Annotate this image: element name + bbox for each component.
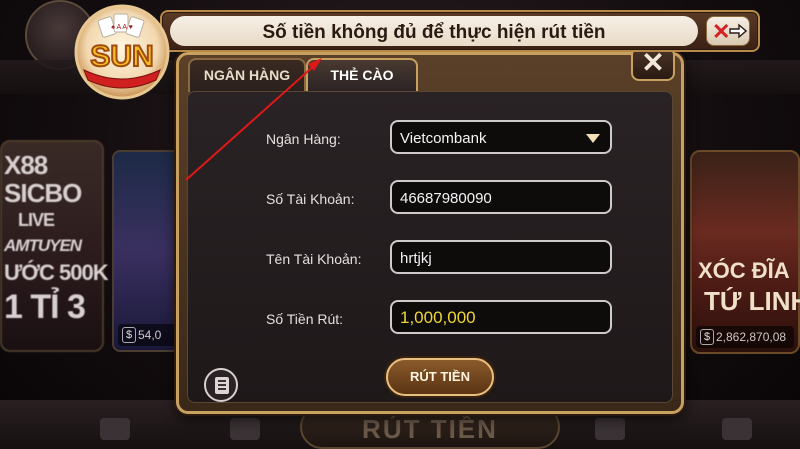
game-card-balance: $ 2,862,870,08	[696, 326, 794, 348]
notification-message: Số tiền không đủ để thực hiện rút tiền	[262, 22, 606, 43]
document-history-icon	[215, 377, 229, 394]
close-x-icon: ✕	[712, 19, 731, 44]
game-card-balance: $ 54,0	[118, 324, 176, 346]
history-button[interactable]	[204, 368, 238, 402]
phone-icon[interactable]	[595, 418, 625, 440]
dialog-close-button[interactable]: ✕	[631, 47, 675, 81]
account-number-value: 46687980090	[400, 190, 492, 207]
logo-text: SUN	[90, 40, 153, 73]
amount-value: 1,000,000	[400, 308, 476, 327]
gift-icon[interactable]	[230, 418, 260, 440]
bank-select[interactable]: Vietcombank	[390, 120, 612, 154]
tab-bank[interactable]: NGÂN HÀNG	[188, 58, 306, 92]
game-card-line: LIVE	[18, 210, 55, 230]
game-card-line: TỨ LINH	[704, 286, 800, 316]
logo-cards: ♠ A A ♥	[111, 24, 133, 31]
game-card-line: SICBO	[4, 178, 82, 208]
game-card-xocdia[interactable]: XÓC ĐĨA TỨ LINH $ 2,862,870,08	[690, 150, 800, 354]
account-name-value: hrtjkj	[400, 250, 432, 267]
sun-logo: ♠ A A ♥ SUN	[74, 4, 170, 100]
notification-close-button[interactable]: ✕	[706, 16, 750, 46]
game-card-line: 1 TỈ 3	[4, 288, 86, 326]
balance-value: 2,862,870,08	[716, 330, 787, 344]
chevron-down-icon	[586, 134, 600, 143]
dollar-icon: $	[700, 329, 714, 345]
game-card-line: XÓC ĐĨA	[698, 258, 790, 283]
withdraw-form: Ngân Hàng: Vietcombank Số Tài Khoản: 466…	[187, 91, 673, 403]
tab-card[interactable]: THẺ CÀO	[306, 58, 418, 92]
pointer-hand-icon	[729, 23, 747, 39]
account-name-input[interactable]: hrtjkj	[390, 240, 612, 274]
withdraw-submit-label: RÚT TIỀN	[410, 369, 470, 384]
amount-input[interactable]: 1,000,000	[390, 300, 612, 334]
account-name-label: Tên Tài Khoản:	[266, 251, 362, 267]
game-card-sicbo[interactable]: X88 SICBO LIVE AMTUYEN ƯỚC 500K 1 TỈ 3	[0, 140, 109, 352]
dollar-icon: $	[122, 327, 136, 343]
withdraw-dialog: NGÂN HÀNG THẺ CÀO ✕ Ngân Hàng: Vietcomba…	[176, 47, 684, 414]
close-icon: ✕	[641, 47, 665, 78]
error-notification: Số tiền không đủ để thực hiện rút tiền ✕	[160, 10, 760, 52]
withdraw-submit-button[interactable]: RÚT TIỀN	[386, 358, 494, 396]
account-number-label: Số Tài Khoản:	[266, 191, 355, 207]
share-icon[interactable]	[100, 418, 130, 440]
account-number-input[interactable]: 46687980090	[390, 180, 612, 214]
game-card-line: ƯỚC 500K	[4, 260, 109, 285]
game-card-2[interactable]: $ 54,0	[112, 150, 182, 352]
notification-banner: Số tiền không đủ để thực hiện rút tiền	[170, 16, 698, 46]
game-card-line: X88	[4, 150, 48, 180]
bank-label: Ngân Hàng:	[266, 131, 341, 147]
game-card-line: AMTUYEN	[4, 236, 82, 255]
amount-label: Số Tiền Rút:	[266, 311, 344, 327]
chat-icon[interactable]	[722, 418, 752, 440]
bank-select-value: Vietcombank	[400, 130, 487, 147]
balance-value: 54,0	[138, 328, 162, 342]
